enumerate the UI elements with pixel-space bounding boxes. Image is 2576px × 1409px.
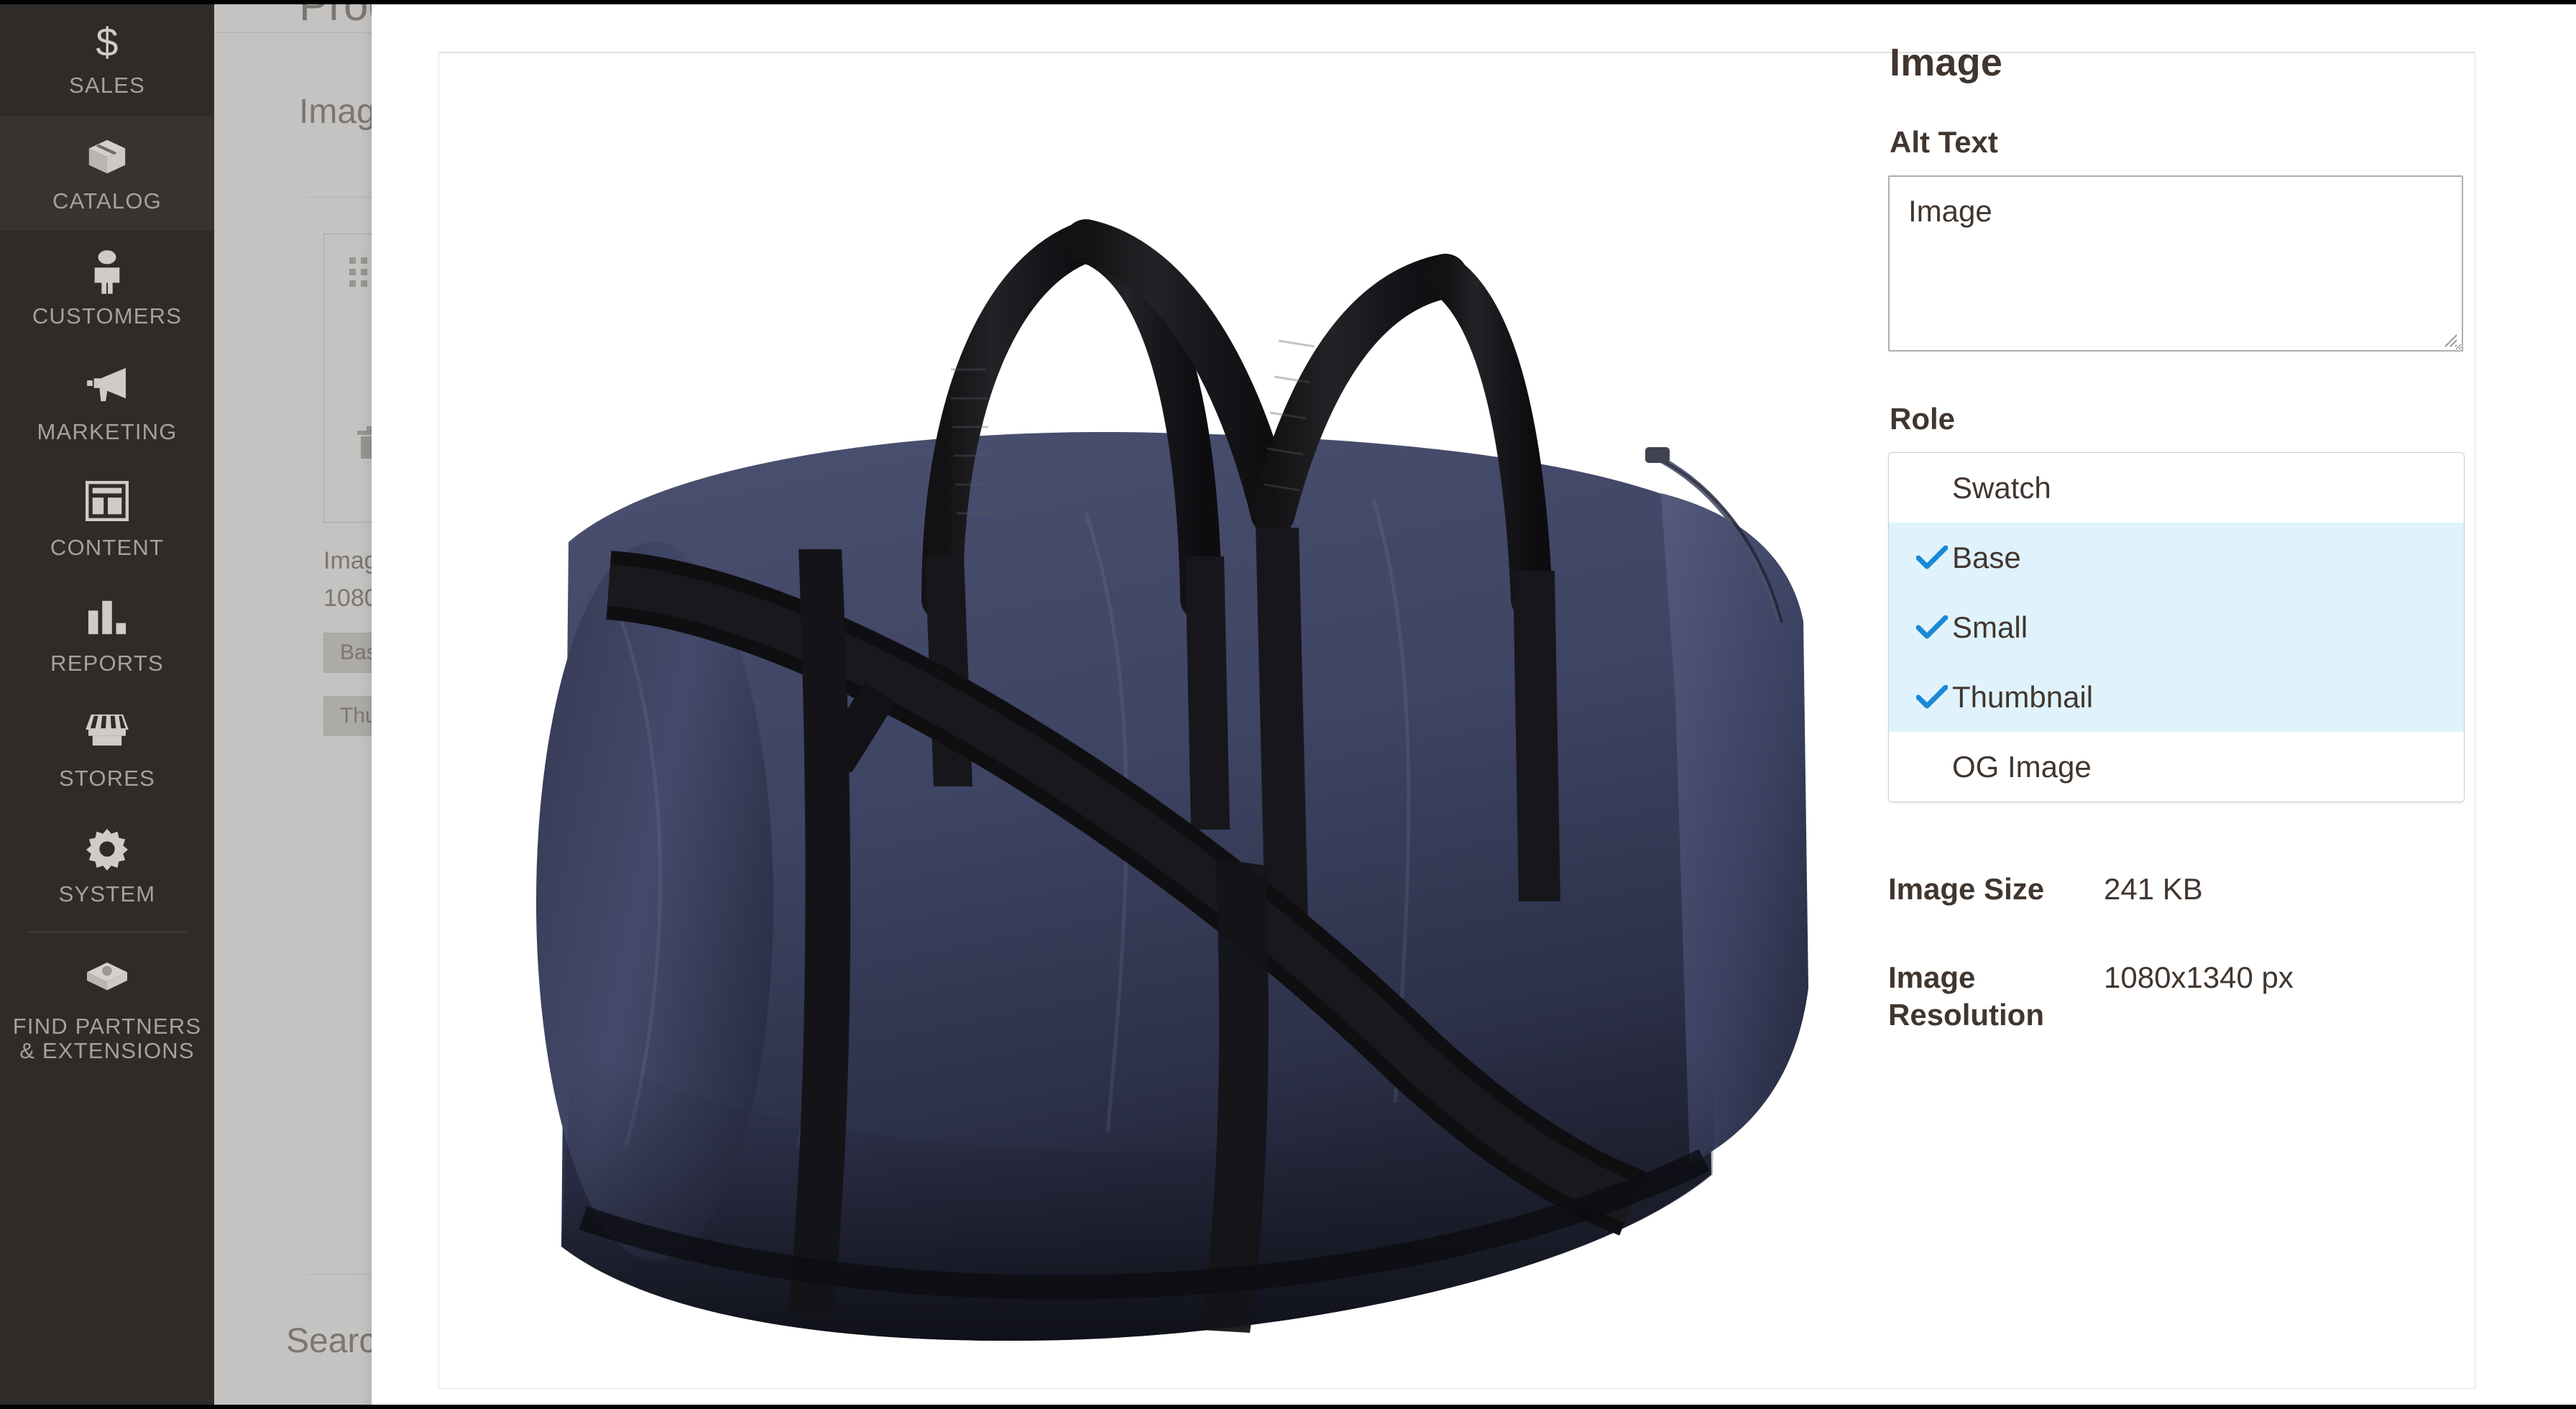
metadata-key: Image Size: [1888, 872, 2045, 906]
bar-chart-icon: [4, 597, 210, 644]
role-option-label: Small: [1952, 610, 2028, 644]
gear-icon: [4, 827, 210, 875]
image-detail-modal: Image Alt Text Role Swatch Base: [372, 0, 2576, 1409]
storefront-icon: [4, 712, 210, 759]
role-option-og-image[interactable]: OG Image: [1889, 732, 2464, 802]
sidebar-item-label: CUSTOMERS: [32, 303, 183, 329]
sidebar-item-label: MARKETING: [37, 419, 178, 445]
role-label: Role: [1890, 402, 1956, 436]
sidebar-item-label: FIND PARTNERS & EXTENSIONS: [12, 1013, 202, 1064]
check-icon: [1916, 545, 1952, 570]
alt-text-input[interactable]: [1888, 175, 2463, 352]
sidebar-item-sales[interactable]: $ SALES: [0, 0, 214, 116]
metadata-row-image-size: Image Size 241 KB: [1888, 871, 2485, 909]
sidebar-item-customers[interactable]: CUSTOMERS: [0, 231, 214, 346]
image-metadata: Image Size 241 KB Image Resolution 1080x…: [1888, 871, 2485, 1034]
role-option-label: Swatch: [1952, 470, 2051, 505]
layout-icon: [4, 480, 210, 528]
screenshot-top-edge: [0, 0, 2576, 4]
sidebar-item-label: SYSTEM: [58, 881, 156, 907]
sidebar-item-content[interactable]: CONTENT: [0, 462, 214, 578]
role-option-list[interactable]: Swatch Base Small Thumbnail OG Image: [1888, 452, 2465, 802]
sidebar-item-label: REPORTS: [50, 650, 164, 676]
person-icon: [4, 249, 210, 297]
sidebar-item-label: STORES: [58, 766, 156, 791]
admin-sidebar: $ SALES CATALOG CUSTOMERS MARKETING CONT…: [0, 0, 214, 1409]
role-option-label: OG Image: [1952, 749, 2092, 784]
alt-text-label: Alt Text: [1890, 125, 1998, 159]
sidebar-item-marketing[interactable]: MARKETING: [0, 346, 214, 462]
dollar-icon: $: [96, 19, 119, 65]
metadata-value: 241 KB: [2104, 872, 2203, 906]
sidebar-item-system[interactable]: SYSTEM: [0, 809, 214, 924]
box-icon: [4, 134, 210, 182]
metadata-row-image-resolution: Image Resolution 1080x1340 px: [1888, 959, 2485, 1034]
sidebar-item-catalog[interactable]: CATALOG: [0, 115, 214, 231]
check-icon: [1916, 615, 1952, 640]
extensions-icon: [4, 960, 210, 1007]
role-option-base[interactable]: Base: [1889, 523, 2464, 592]
sidebar-item-stores[interactable]: STORES: [0, 693, 214, 809]
role-option-label: Base: [1952, 540, 2021, 574]
image-detail-panel: Image Alt Text Role Swatch Base: [1888, 40, 2485, 1085]
role-option-label: Thumbnail: [1952, 679, 2094, 714]
screenshot-bottom-edge: [0, 1405, 2576, 1409]
role-option-swatch[interactable]: Swatch: [1889, 453, 2464, 523]
product-image-preview: [439, 53, 1913, 1388]
sidebar-item-label: CONTENT: [50, 534, 165, 560]
panel-title: Image: [1890, 41, 2003, 84]
sidebar-item-label: SALES: [69, 73, 145, 98]
role-option-small[interactable]: Small: [1889, 592, 2464, 662]
sidebar-item-reports[interactable]: REPORTS: [0, 578, 214, 694]
check-icon: [1916, 684, 1952, 710]
sidebar-item-label: CATALOG: [52, 188, 162, 214]
metadata-value: 1080x1340 px: [2104, 960, 2294, 994]
megaphone-icon: [4, 365, 210, 413]
role-option-thumbnail[interactable]: Thumbnail: [1889, 662, 2464, 732]
metadata-key: Image Resolution: [1888, 960, 2044, 1032]
sidebar-item-find-partners[interactable]: FIND PARTNERS & EXTENSIONS: [0, 941, 214, 1081]
